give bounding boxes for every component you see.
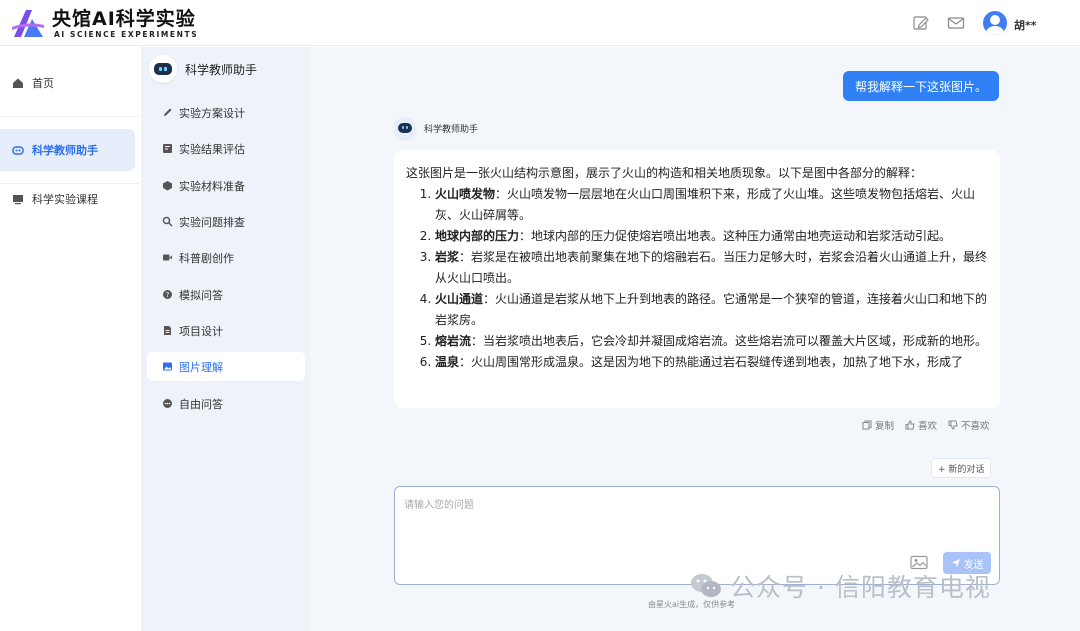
answer-term: 岩浆 (435, 250, 460, 264)
assistant-name: 科学教师助手 (424, 124, 479, 135)
svg-text:?: ? (166, 291, 170, 299)
submenu-title: 科学教师助手 (185, 62, 258, 77)
answer-text: ：火山通道是岩浆从地下上升到地表的路径。它通常是一个狭窄的管道，连接着火山口和地… (435, 292, 988, 327)
submenu-item-label: 科普剧创作 (179, 251, 234, 265)
answer-term: 温泉 (435, 355, 460, 369)
nav-item-courses[interactable]: 科学实验课程 (0, 178, 135, 220)
submenu-item-mock-qa[interactable]: ? 模拟问答 (147, 280, 305, 309)
submenu-item-label: 实验材料准备 (179, 179, 245, 193)
submenu-item-experiment-design[interactable]: 实验方案设计 (147, 98, 305, 127)
search-icon (162, 216, 173, 227)
divider (0, 116, 140, 117)
monitor-icon (13, 195, 23, 205)
image-icon (163, 362, 172, 371)
edit-icon[interactable] (912, 15, 930, 31)
answer-term: 火山喷发物 (435, 187, 496, 201)
submenu-item-materials[interactable]: 实验材料准备 (147, 171, 305, 200)
user-message-bubble: 帮我解释一下这张图片。 (843, 71, 1000, 101)
answer-intro: 这张图片是一张火山结构示意图，展示了火山的构造和相关地质现象。以下是图中各部分的… (406, 166, 923, 180)
like-label: 喜欢 (918, 421, 938, 432)
document-icon (164, 326, 171, 335)
copy-label: 复制 (875, 421, 895, 432)
answer-item: 熔岩流：当岩浆喷出地表后，它会冷却并凝固成熔岩流。这些熔岩流可以覆盖大片区域，形… (435, 331, 988, 352)
wechat-icon (691, 574, 721, 597)
nav-item-label: 首页 (32, 77, 54, 90)
nav-item-label: 科学教师助手 (32, 144, 98, 157)
answer-text: ：当岩浆喷出地表后，它会冷却并凝固成熔岩流。这些熔岩流可以覆盖大片区域，形成新的… (471, 334, 988, 348)
answer-item: 火山通道：火山通道是岩浆从地下上升到地表的路径。它通常是一个狭窄的管道，连接着火… (435, 289, 988, 331)
new-chat-button[interactable]: + 新的对话 (931, 458, 992, 478)
chat-panel: 帮我解释一下这张图片。 科学教师助手 这张图片是一张火山结构示意图，展示了火山的… (310, 47, 1080, 631)
watermark: 公众号 · 信阳教育电视 (690, 568, 991, 604)
copy-icon (862, 420, 872, 430)
chat-icon (163, 399, 172, 408)
dislike-button[interactable]: 不喜欢 (948, 418, 990, 432)
answer-item: 地球内部的压力：地球内部的压力促使熔岩喷出地表。这种压力通常由地壳运动和岩浆活动… (435, 226, 988, 247)
nav-item-label: 科学实验课程 (32, 193, 98, 206)
robot-avatar-icon (394, 117, 416, 139)
submenu-item-label: 实验结果评估 (179, 142, 245, 156)
question-icon: ? (163, 290, 172, 299)
thumbs-down-icon (948, 420, 958, 430)
answer-list: 火山喷发物：火山喷发物一层层地在火山口周围堆积下来，形成了火山堆。这些喷发物包括… (435, 184, 988, 373)
answer-text: ：火山喷发物一层层地在火山口周围堆积下来，形成了火山堆。这些喷发物包括熔岩、火山… (435, 187, 976, 222)
brand-title: 央馆AI科学实验 (52, 8, 196, 30)
dislike-label: 不喜欢 (961, 421, 990, 432)
submenu-item-troubleshooting[interactable]: 实验问题排查 (147, 207, 305, 236)
pencil-icon (164, 108, 172, 116)
copy-button[interactable]: 复制 (862, 418, 894, 432)
answer-item: 岩浆：岩浆是在被喷出地表前聚集在地下的熔融岩石。当压力足够大时，岩浆会沿着火山通… (435, 247, 988, 289)
question-input[interactable] (404, 496, 984, 546)
top-bar: 央馆AI科学实验 AI SCIENCE EXPERIMENTS 胡** (0, 0, 1080, 46)
assistant-header: 科学教师助手 (394, 117, 478, 139)
report-icon (163, 144, 172, 153)
submenu-item-free-qa[interactable]: 自由问答 (147, 389, 305, 418)
message-actions: 复制 喜欢 不喜欢 (862, 418, 990, 432)
send-icon (951, 559, 960, 567)
brand-subtitle: AI SCIENCE EXPERIMENTS (54, 30, 199, 39)
answer-text: ：火山周围常形成温泉。这是因为地下的热能通过岩石裂缝传递到地表，加热了地下水，形… (459, 355, 964, 369)
submenu-item-result-evaluation[interactable]: 实验结果评估 (147, 134, 305, 163)
watermark-text: 公众号 · 信阳教育电视 (730, 573, 991, 602)
answer-item: 温泉：火山周围常形成温泉。这是因为地下的热能通过岩石裂缝传递到地表，加热了地下水… (435, 352, 988, 373)
video-icon (163, 254, 172, 261)
left-nav: 首页 科学教师助手 科学实验课程 (0, 47, 140, 631)
submenu-item-label: 模拟问答 (179, 288, 223, 302)
submenu-header: 科学教师助手 (149, 55, 257, 83)
avatar[interactable] (983, 11, 1007, 35)
answer-text: ：地球内部的压力促使熔岩喷出地表。这种压力通常由地壳运动和岩浆活动引起。 (519, 229, 952, 243)
like-button[interactable]: 喜欢 (905, 418, 937, 432)
nav-item-teacher-assistant[interactable]: 科学教师助手 (0, 129, 135, 171)
assistant-answer: 这张图片是一张火山结构示意图，展示了火山的构造和相关地质现象。以下是图中各部分的… (394, 150, 1000, 408)
answer-item: 火山喷发物：火山喷发物一层层地在火山口周围堆积下来，形成了火山堆。这些喷发物包括… (435, 184, 988, 226)
answer-term: 火山通道 (435, 292, 484, 306)
user-name[interactable]: 胡** (1014, 17, 1037, 33)
submenu-item-label: 图片理解 (179, 360, 223, 374)
submenu-item-label: 实验问题排查 (179, 215, 245, 229)
submenu-item-label: 自由问答 (179, 397, 223, 411)
submenu-item-project-design[interactable]: 项目设计 (147, 316, 305, 345)
home-icon (13, 78, 23, 88)
submenu-item-label: 项目设计 (179, 324, 223, 338)
assistant-submenu: 科学教师助手 实验方案设计 实验结果评估 实验材料准备 实验问题排查 科普剧创作… (141, 47, 310, 631)
submenu-item-image-understanding[interactable]: 图片理解 (147, 352, 305, 381)
nav-item-home[interactable]: 首页 (0, 62, 135, 104)
box-icon (163, 181, 172, 191)
answer-term: 地球内部的压力 (435, 229, 520, 243)
submenu-item-label: 实验方案设计 (179, 106, 245, 120)
answer-text: ：岩浆是在被喷出地表前聚集在地下的熔融岩石。当压力足够大时，岩浆会沿着火山通道上… (435, 250, 988, 285)
submenu-item-science-drama[interactable]: 科普剧创作 (147, 243, 305, 272)
brand-logo[interactable] (10, 7, 46, 39)
mail-icon[interactable] (947, 15, 965, 31)
answer-term: 熔岩流 (435, 334, 472, 348)
robot-avatar-icon (149, 55, 177, 83)
robot-icon (12, 146, 24, 155)
thumbs-up-icon (905, 420, 915, 430)
